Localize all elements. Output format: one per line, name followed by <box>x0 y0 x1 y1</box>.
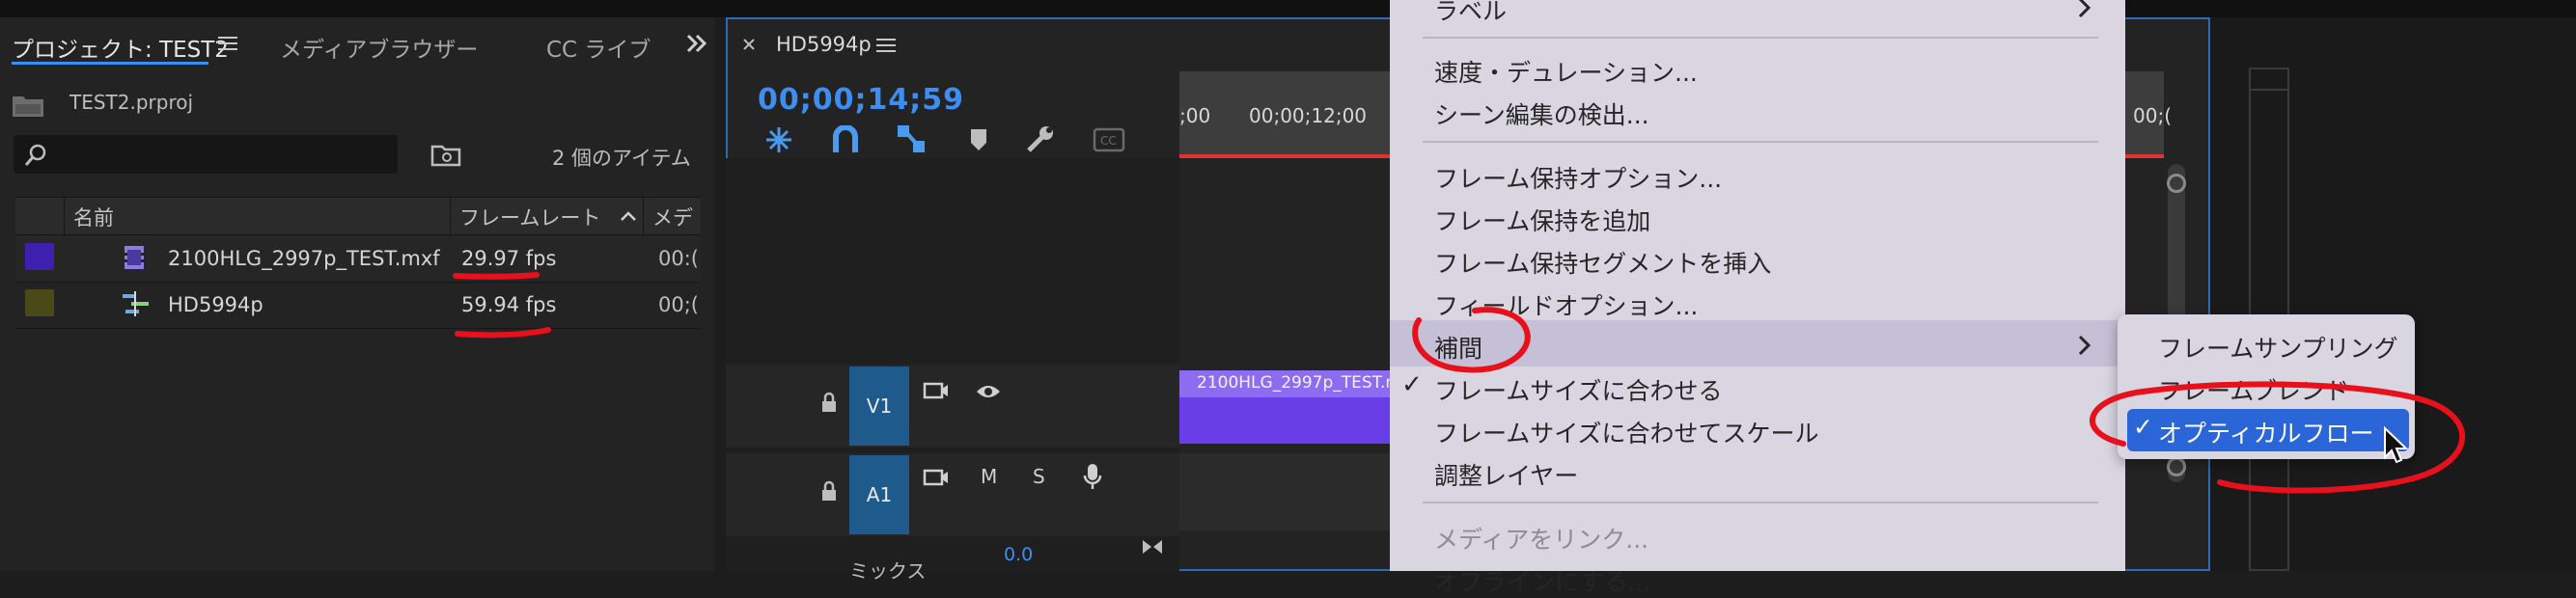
close-icon[interactable] <box>741 37 757 52</box>
checkmark-icon: ✓ <box>2133 413 2153 441</box>
menu-item-speed-duration[interactable]: 速度・デュレーション... <box>1434 54 1698 89</box>
menu-item-label[interactable]: ラベル <box>1434 0 1507 27</box>
tab-media-browser[interactable]: メディアブラウザー <box>280 31 478 64</box>
row-name: HD5994p <box>168 293 263 316</box>
row-frame-rate: 59.94 fps <box>461 293 557 316</box>
magnet-icon[interactable] <box>832 125 859 154</box>
column-divider <box>64 197 65 235</box>
column-header-name[interactable]: 名前 <box>73 203 114 231</box>
camera-icon[interactable] <box>923 467 950 488</box>
menu-item-insert-frame-hold-segment[interactable]: フレーム保持セグメントを挿入 <box>1434 245 1771 280</box>
row-divider <box>15 328 701 329</box>
search-icon <box>23 143 48 168</box>
column-header-frame-rate[interactable]: フレームレート <box>459 203 600 231</box>
mix-value[interactable]: 0.0 <box>1004 544 1033 565</box>
submenu-item-optical-flow[interactable]: オプティカルフロー <box>2158 415 2374 449</box>
menu-separator <box>1423 37 2098 39</box>
row-media: 00:( <box>658 247 699 270</box>
menu-icon[interactable] <box>218 35 237 52</box>
captions-icon[interactable]: CC <box>1093 127 1125 152</box>
column-divider <box>643 197 644 235</box>
menu-highlight <box>1390 320 2125 367</box>
lock-icon[interactable] <box>820 480 838 502</box>
menu-item-adjustment-layer[interactable]: 調整レイヤー <box>1434 457 1578 492</box>
top-edge <box>0 0 2576 17</box>
menu-item-set-to-frame-size[interactable]: フレームサイズに合わせてスケール <box>1434 415 1819 449</box>
collapse-icon[interactable] <box>1141 538 1164 556</box>
playhead-timecode[interactable]: 00;00;14;59 <box>758 83 964 117</box>
mouse-cursor-icon <box>2382 426 2411 465</box>
project-file-name: TEST2.prproj <box>69 91 194 114</box>
marker-icon[interactable] <box>969 127 988 152</box>
chevron-right-icon <box>2077 334 2092 357</box>
menu-item-link-media: メディアをリンク... <box>1434 526 1649 554</box>
search-input[interactable] <box>14 135 398 174</box>
label-color-swatch[interactable] <box>25 289 54 316</box>
track-header-v1 <box>726 365 1179 448</box>
menu-separator <box>1423 141 2098 143</box>
scrollbar-handle[interactable] <box>2167 457 2186 476</box>
mute-button[interactable]: M <box>981 465 997 488</box>
item-count: 2 個のアイテム <box>552 147 691 170</box>
lock-icon[interactable] <box>820 392 838 413</box>
row-name: 2100HLG_2997p_TEST.mxf <box>168 247 440 270</box>
solo-button[interactable]: S <box>1033 465 1045 488</box>
menu-item-frame-hold-options[interactable]: フレーム保持オプション... <box>1434 160 1722 195</box>
menu-icon[interactable] <box>876 37 896 54</box>
menu-separator <box>1423 502 2098 503</box>
checkmark-icon: ✓ <box>1401 370 1423 399</box>
wrench-icon[interactable] <box>1025 125 1056 154</box>
row-divider <box>15 282 701 283</box>
microphone-icon[interactable] <box>1083 463 1102 490</box>
submenu-item-frame-sampling[interactable]: フレームサンプリング <box>2158 330 2398 365</box>
tab-active-underline <box>12 62 208 65</box>
sort-up-icon[interactable] <box>620 210 637 222</box>
clip-file-icon <box>122 245 147 270</box>
menu-item-scene-edit-detection[interactable]: シーン編集の検出... <box>1434 96 1649 131</box>
track-target-v1[interactable]: V1 <box>849 367 909 446</box>
mix-track-label: ミックス <box>849 559 927 583</box>
track-target-a1[interactable]: A1 <box>849 455 909 534</box>
camera-icon[interactable] <box>923 380 950 401</box>
menu-item-field-options[interactable]: フィールドオプション... <box>1434 287 1698 322</box>
svg-text:CC: CC <box>1100 134 1117 148</box>
menu-item-add-frame-hold[interactable]: フレーム保持を追加 <box>1434 203 1650 237</box>
ruler-label: 00;( <box>2133 104 2172 127</box>
meter-header <box>2249 68 2289 91</box>
sequence-icon <box>122 291 151 316</box>
menu-item-scale-to-frame-size[interactable]: フレームサイズに合わせる <box>1434 372 1723 407</box>
tab-cc-libraries[interactable]: CC ライブ <box>546 31 651 64</box>
column-header-media[interactable]: メデ <box>652 203 693 231</box>
track-header-a1 <box>726 453 1179 536</box>
chevrons-right-icon[interactable] <box>685 33 708 54</box>
eye-icon[interactable] <box>975 382 1002 401</box>
scrollbar-handle[interactable] <box>2167 174 2186 193</box>
chevron-right-icon <box>2077 0 2092 19</box>
tab-project[interactable]: プロジェクト: TEST2 <box>12 31 229 64</box>
menu-item-make-offline[interactable]: オフラインにする... <box>1434 563 1650 598</box>
ruler-label: ;00 <box>1179 104 1211 127</box>
menu-item-interpolation[interactable]: 補間 <box>1434 330 1482 365</box>
ripple-tool-icon[interactable] <box>764 125 793 154</box>
row-media: 00;( <box>658 293 699 316</box>
label-color-swatch[interactable] <box>25 243 54 270</box>
clip-label: 2100HLG_2997p_TEST.mxf <box>1197 373 1418 393</box>
submenu-item-frame-blending[interactable]: フレームブレンド <box>2158 372 2349 407</box>
ruler-label: 00;00;12;00 <box>1249 104 1368 127</box>
column-divider <box>450 197 451 235</box>
linked-selection-icon[interactable] <box>896 123 927 154</box>
sequence-tab[interactable]: HD5994p <box>776 33 872 56</box>
new-bin-icon[interactable] <box>430 141 461 168</box>
folder-icon <box>12 91 44 118</box>
row-frame-rate: 29.97 fps <box>461 247 557 270</box>
